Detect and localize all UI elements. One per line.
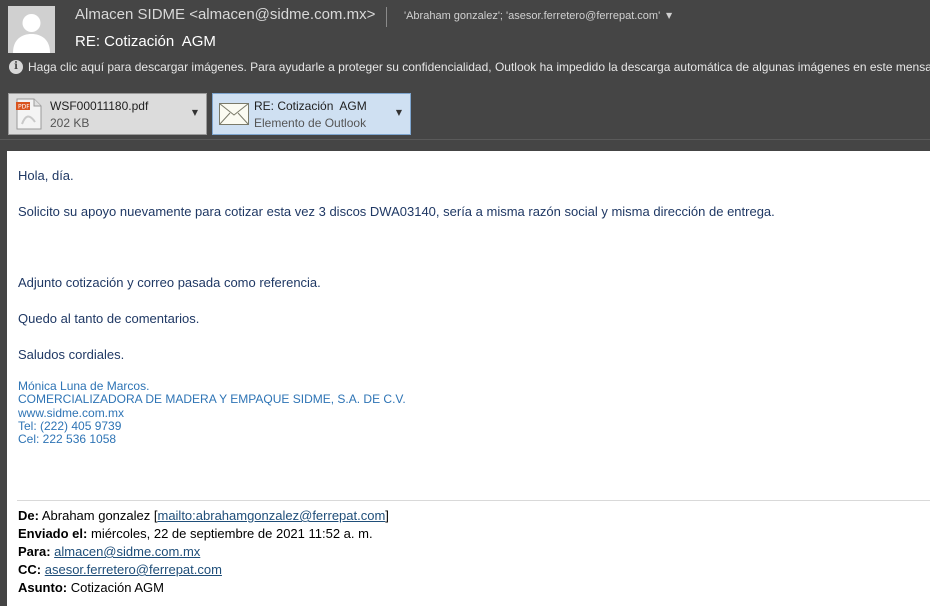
avatar[interactable]: [8, 6, 55, 53]
signature-company: COMERCIALIZADORA DE MADERA Y EMPAQUE SID…: [18, 392, 406, 406]
quoted-subject: Asunto: Cotización AGM: [18, 580, 164, 595]
message-body: Hola, día. Solicito su apoyo nuevamente …: [7, 151, 930, 606]
signature-cell: Cel: 222 536 1058: [18, 432, 117, 446]
closing: Saludos cordiales.: [18, 347, 125, 362]
message-header: Almacen SIDME <almacen@sidme.com.mx> 'Ab…: [0, 0, 930, 150]
to-email-link[interactable]: almacen@sidme.com.mx: [54, 544, 200, 559]
body-paragraph: Quedo al tanto de comentarios.: [18, 311, 200, 326]
quoted-sent: Enviado el: miércoles, 22 de septiembre …: [18, 526, 373, 541]
person-icon: [8, 6, 55, 53]
svg-text:PDF: PDF: [18, 104, 30, 111]
from-mailto-link[interactable]: mailto:abrahamgonzalez@ferrepat.com: [157, 508, 385, 523]
info-icon: i: [9, 60, 23, 74]
quoted-from: De: Abraham gonzalez [mailto:abrahamgonz…: [18, 508, 389, 523]
quoted-cc: CC: asesor.ferretero@ferrepat.com: [18, 562, 222, 577]
attachment-type: Elemento de Outlook: [254, 116, 367, 130]
quoted-to: Para: almacen@sidme.com.mx: [18, 544, 201, 559]
message-subject: RE: Cotización AGM: [75, 33, 216, 50]
attachment-name: RE: Cotización AGM: [254, 99, 367, 113]
recipients[interactable]: 'Abraham gonzalez'; 'asesor.ferretero@fe…: [404, 10, 660, 22]
chevron-down-icon[interactable]: ▼: [192, 108, 198, 117]
attachment-size: 202 KB: [50, 116, 90, 130]
body-paragraph: Solicito su apoyo nuevamente para cotiza…: [18, 204, 775, 219]
attachment-name: WSF00011180.pdf: [50, 99, 149, 113]
chevron-down-icon[interactable]: ▼: [666, 11, 672, 20]
divider: [0, 139, 930, 140]
body-paragraph: Adjunto cotización y correo pasada como …: [18, 275, 321, 290]
greeting: Hola, día.: [18, 168, 74, 183]
signature-website-link[interactable]: www.sidme.com.mx: [18, 406, 124, 420]
sender[interactable]: Almacen SIDME <almacen@sidme.com.mx>: [75, 6, 375, 23]
envelope-icon: [219, 103, 249, 125]
cc-email-link[interactable]: asesor.ferretero@ferrepat.com: [45, 562, 222, 577]
download-images-bar[interactable]: Haga clic aquí para descargar imágenes. …: [28, 60, 930, 74]
attachment-outlook-item[interactable]: RE: Cotización AGM Elemento de Outlook ▼: [212, 93, 411, 135]
attachment-pdf[interactable]: PDF WSF00011180.pdf 202 KB ▼: [8, 93, 207, 135]
pdf-file-icon: PDF: [16, 98, 42, 130]
divider: [17, 500, 930, 501]
chevron-down-icon[interactable]: ▼: [396, 108, 402, 117]
divider: [386, 7, 387, 27]
